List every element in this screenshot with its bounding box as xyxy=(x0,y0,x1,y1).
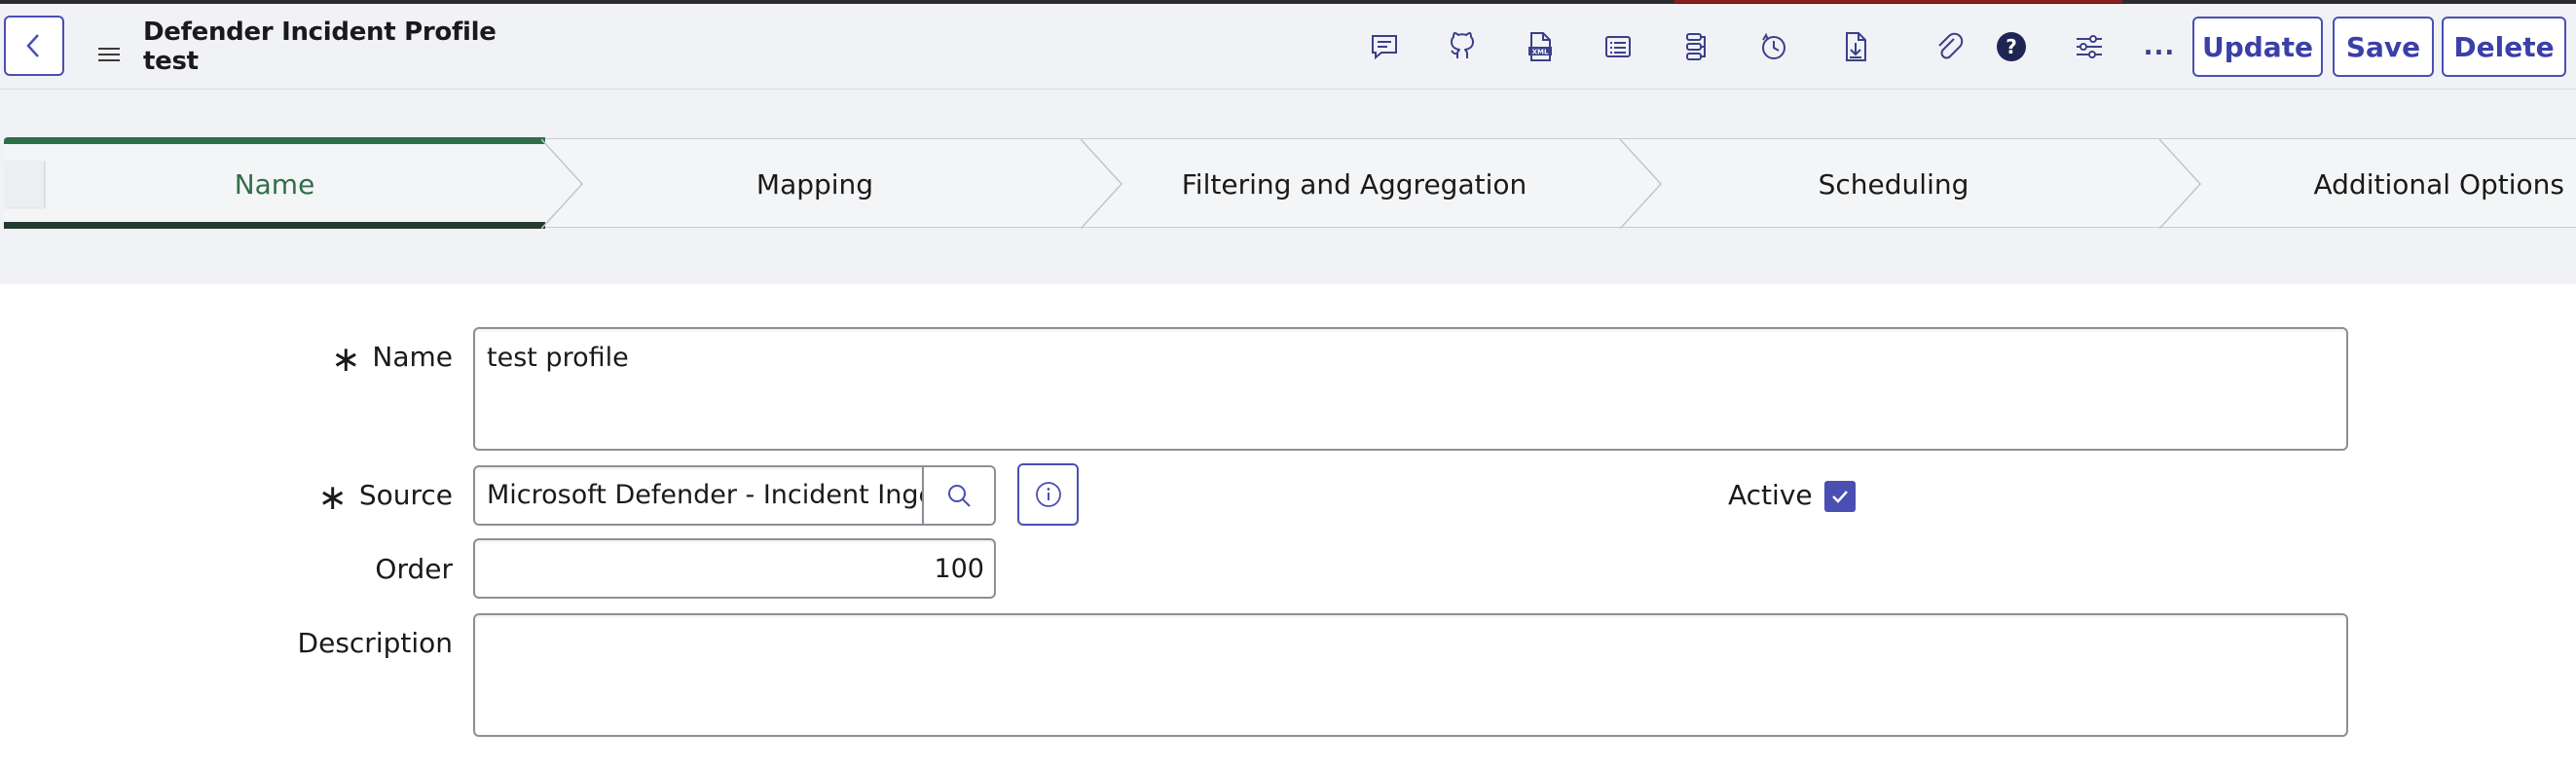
list-view-button[interactable] xyxy=(1597,25,1639,68)
active-label: Active xyxy=(1728,479,1813,511)
source-lookup-button[interactable] xyxy=(922,465,996,526)
comment-button[interactable] xyxy=(1363,25,1406,68)
history-icon xyxy=(1762,32,1785,59)
more-icon: ... xyxy=(2143,32,2176,61)
github-button[interactable] xyxy=(1441,25,1484,68)
order-value: 100 xyxy=(934,554,984,584)
svg-text:XML: XML xyxy=(1532,49,1549,56)
comment-icon xyxy=(1372,35,1397,60)
help-icon: ? xyxy=(1997,32,2026,61)
update-button[interactable]: Update xyxy=(2192,17,2323,77)
chevron-left-icon xyxy=(26,34,39,57)
checkmark-icon xyxy=(1832,491,1848,503)
save-button[interactable]: Save xyxy=(2333,17,2434,77)
personalize-form-button[interactable] xyxy=(2068,25,2111,68)
tab-mapping[interactable]: Mapping xyxy=(545,139,1085,229)
name-label: ∗ Name xyxy=(331,339,453,380)
svg-text:?: ? xyxy=(2006,35,2017,58)
active-checkbox[interactable] xyxy=(1824,481,1856,512)
tab-scheduling[interactable]: Scheduling xyxy=(1624,139,2163,229)
tab-scheduling-label: Scheduling xyxy=(1818,167,1969,201)
hamburger-menu-icon[interactable] xyxy=(98,47,120,62)
search-icon xyxy=(948,485,971,507)
history-button[interactable] xyxy=(1752,25,1795,68)
info-icon xyxy=(1035,482,1061,507)
record-name-title: test xyxy=(143,47,199,76)
name-value: test profile xyxy=(487,343,629,373)
form-header: Defender Incident Profile test XML ? ...… xyxy=(0,4,2576,90)
xml-button[interactable]: XML xyxy=(1519,25,1562,68)
download-button[interactable] xyxy=(1834,25,1877,68)
order-field[interactable]: 100 xyxy=(473,538,996,599)
tab-additional-options[interactable]: Additional Options xyxy=(2163,139,2576,229)
description-label: Description xyxy=(297,627,453,659)
form-stage-bar: Name Mapping Filtering and Aggregation S… xyxy=(0,90,2576,284)
description-field[interactable] xyxy=(473,613,2348,737)
source-value: Microsoft Defender - Incident Ingestion xyxy=(487,480,922,510)
delete-button[interactable]: Delete xyxy=(2442,17,2566,77)
source-label: ∗ Source xyxy=(317,477,453,518)
attachment-button[interactable] xyxy=(1928,25,1970,68)
source-field[interactable]: Microsoft Defender - Incident Ingestion xyxy=(473,465,924,526)
tab-additional-options-label: Additional Options xyxy=(2313,167,2565,201)
more-options-button[interactable]: ... xyxy=(2138,25,2181,68)
list-icon xyxy=(1605,36,1631,57)
download-file-icon xyxy=(1846,32,1866,61)
source-info-button[interactable] xyxy=(1017,463,1079,526)
stage-tabs: Name Mapping Filtering and Aggregation S… xyxy=(4,137,2576,229)
settings-sliders-icon xyxy=(2077,35,2102,58)
record-type-title: Defender Incident Profile xyxy=(143,18,497,47)
tab-mapping-label: Mapping xyxy=(755,167,874,201)
required-icon: ∗ xyxy=(331,339,361,380)
xml-icon: XML xyxy=(1528,32,1552,61)
required-icon: ∗ xyxy=(317,477,348,518)
github-icon xyxy=(1451,32,1474,58)
name-field[interactable]: test profile xyxy=(473,327,2348,451)
tab-filtering-label: Filtering and Aggregation xyxy=(1181,167,1527,201)
order-label: Order xyxy=(375,553,453,585)
tab-name[interactable]: Name xyxy=(4,137,545,229)
tab-filtering-and-aggregation[interactable]: Filtering and Aggregation xyxy=(1085,139,1624,229)
help-button[interactable]: ? xyxy=(1990,25,2033,68)
workflow-icon xyxy=(1686,33,1706,60)
page-title: Defender Incident Profile test xyxy=(143,18,497,76)
tab-name-label: Name xyxy=(234,167,315,201)
workflow-button[interactable] xyxy=(1674,25,1717,68)
attachment-icon xyxy=(1938,32,1964,59)
back-button[interactable] xyxy=(4,16,64,76)
